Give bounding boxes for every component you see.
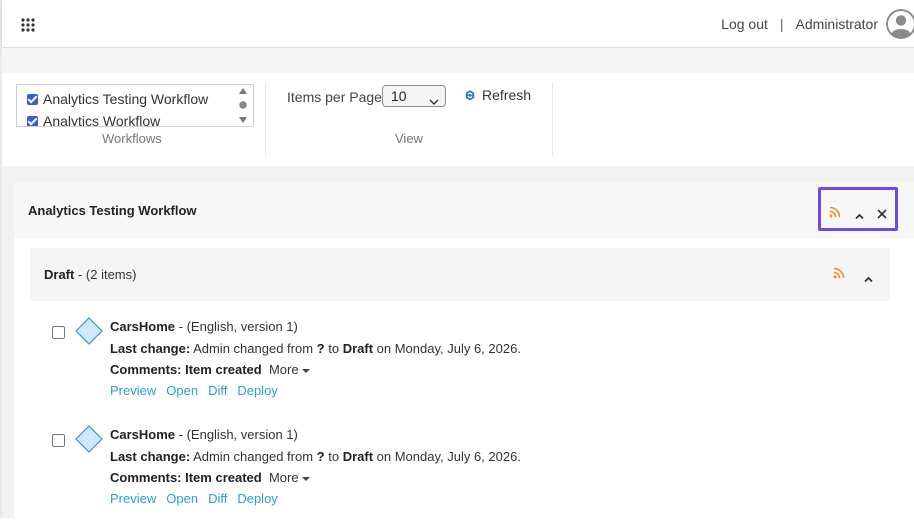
item-last-change: Last change: Admin changed from ? to Dra… [110,449,521,464]
toolbar-divider [552,82,553,157]
caret-down-icon [301,476,310,481]
state-name: Draft [44,267,75,282]
item-name: CarsHome [110,427,176,442]
item-actions: Preview Open Diff Deploy [110,383,288,398]
caret-down-icon [301,368,310,373]
item-comments: Comments: Item created More [110,470,310,485]
user-menu: Log out | Administrator [721,8,914,40]
from-state: ? [316,341,325,356]
change-text: Admin changed from [190,449,317,464]
content-diamond-icon [74,317,104,350]
item-actions: Preview Open Diff Deploy [110,491,288,506]
workflow-option[interactable]: Analytics Testing Workflow [17,88,253,110]
last-change-label: Last change: [110,341,191,356]
to-state: Draft [342,449,374,464]
change-text: on Monday, July 6, 2026. [373,341,521,356]
last-change-label: Last change: [110,449,191,464]
workflow-panel-header: Analytics Testing Workflow [14,182,914,238]
workflow-checkbox[interactable] [27,115,38,126]
chevron-down-icon [429,91,439,111]
deploy-link[interactable]: Deploy [237,383,277,398]
deploy-link[interactable]: Deploy [237,491,277,506]
more-label: More [268,362,299,377]
workflow-checkbox[interactable] [27,93,38,105]
refresh-label: Refresh [482,87,532,103]
top-bar: Log out | Administrator [2,0,914,48]
workflow-option-label: Analytics Workflow [43,113,161,127]
refresh-button[interactable]: Refresh [464,87,531,103]
workflow-item: CarsHome - (English, version 1) Last cha… [52,317,812,413]
spacer-band [2,48,914,73]
state-count: - (2 items) [74,267,137,282]
dashboard-toolbar: Analytics Testing Workflow Analytics Wor… [2,73,914,166]
item-comments: Comments: Item created More [110,362,310,377]
more-dropdown[interactable]: More [269,470,310,485]
change-text: to [324,341,343,356]
rss-icon[interactable] [829,205,841,223]
preview-link[interactable]: Preview [110,491,156,506]
open-link[interactable]: Open [166,491,198,506]
item-title: CarsHome - (English, version 1) [110,427,298,442]
comments-label: Comments: Item created [110,362,262,377]
workflow-item: CarsHome - (English, version 1) Last cha… [52,425,812,521]
user-name[interactable]: Administrator [796,16,878,32]
item-last-change: Last change: Admin changed from ? to Dra… [110,341,521,356]
more-label: More [268,470,299,485]
to-state: Draft [342,341,374,356]
workflow-list[interactable]: Analytics Testing Workflow Analytics Wor… [16,84,254,127]
close-icon[interactable] [877,206,887,224]
items-per-page-select[interactable]: 10 [382,85,446,107]
from-state: ? [316,449,325,464]
collapse-icon[interactable] [864,270,873,288]
state-group-header: Draft - (2 items) [30,248,890,301]
open-link[interactable]: Open [166,383,198,398]
diff-link[interactable]: Diff [208,491,227,506]
items-per-page-label: Items per Page: [287,89,386,105]
toolbar-divider [265,82,266,157]
content-diamond-icon [74,425,104,458]
user-avatar-icon[interactable] [886,9,914,39]
item-title: CarsHome - (English, version 1) [110,319,298,334]
refresh-icon [465,89,475,100]
item-checkbox[interactable] [52,434,65,447]
workflow-panel-title: Analytics Testing Workflow [28,203,197,218]
workflow-option[interactable]: Analytics Workflow [17,110,253,127]
state-group-title: Draft - (2 items) [44,267,136,282]
item-checkbox[interactable] [52,326,65,339]
view-group-label: View [395,131,423,146]
change-text: on Monday, July 6, 2026. [373,449,521,464]
collapse-icon[interactable] [855,207,864,225]
item-meta: - (English, version 1) [175,427,298,442]
item-meta: - (English, version 1) [175,319,298,334]
item-name: CarsHome [110,319,176,334]
items-per-page-value: 10 [391,88,407,104]
more-dropdown[interactable]: More [269,362,310,377]
preview-link[interactable]: Preview [110,383,156,398]
workflow-option-label: Analytics Testing Workflow [43,91,209,107]
header-separator: | [779,16,784,32]
comments-label: Comments: Item created [110,470,262,485]
rss-icon[interactable] [833,266,845,284]
apps-grid-icon[interactable] [21,18,35,32]
diff-link[interactable]: Diff [208,383,227,398]
list-scrollbar[interactable] [237,87,249,124]
workflows-group-label: Workflows [102,131,162,146]
change-text: to [324,449,343,464]
change-text: Admin changed from [190,341,317,356]
logout-link[interactable]: Log out [721,16,768,32]
